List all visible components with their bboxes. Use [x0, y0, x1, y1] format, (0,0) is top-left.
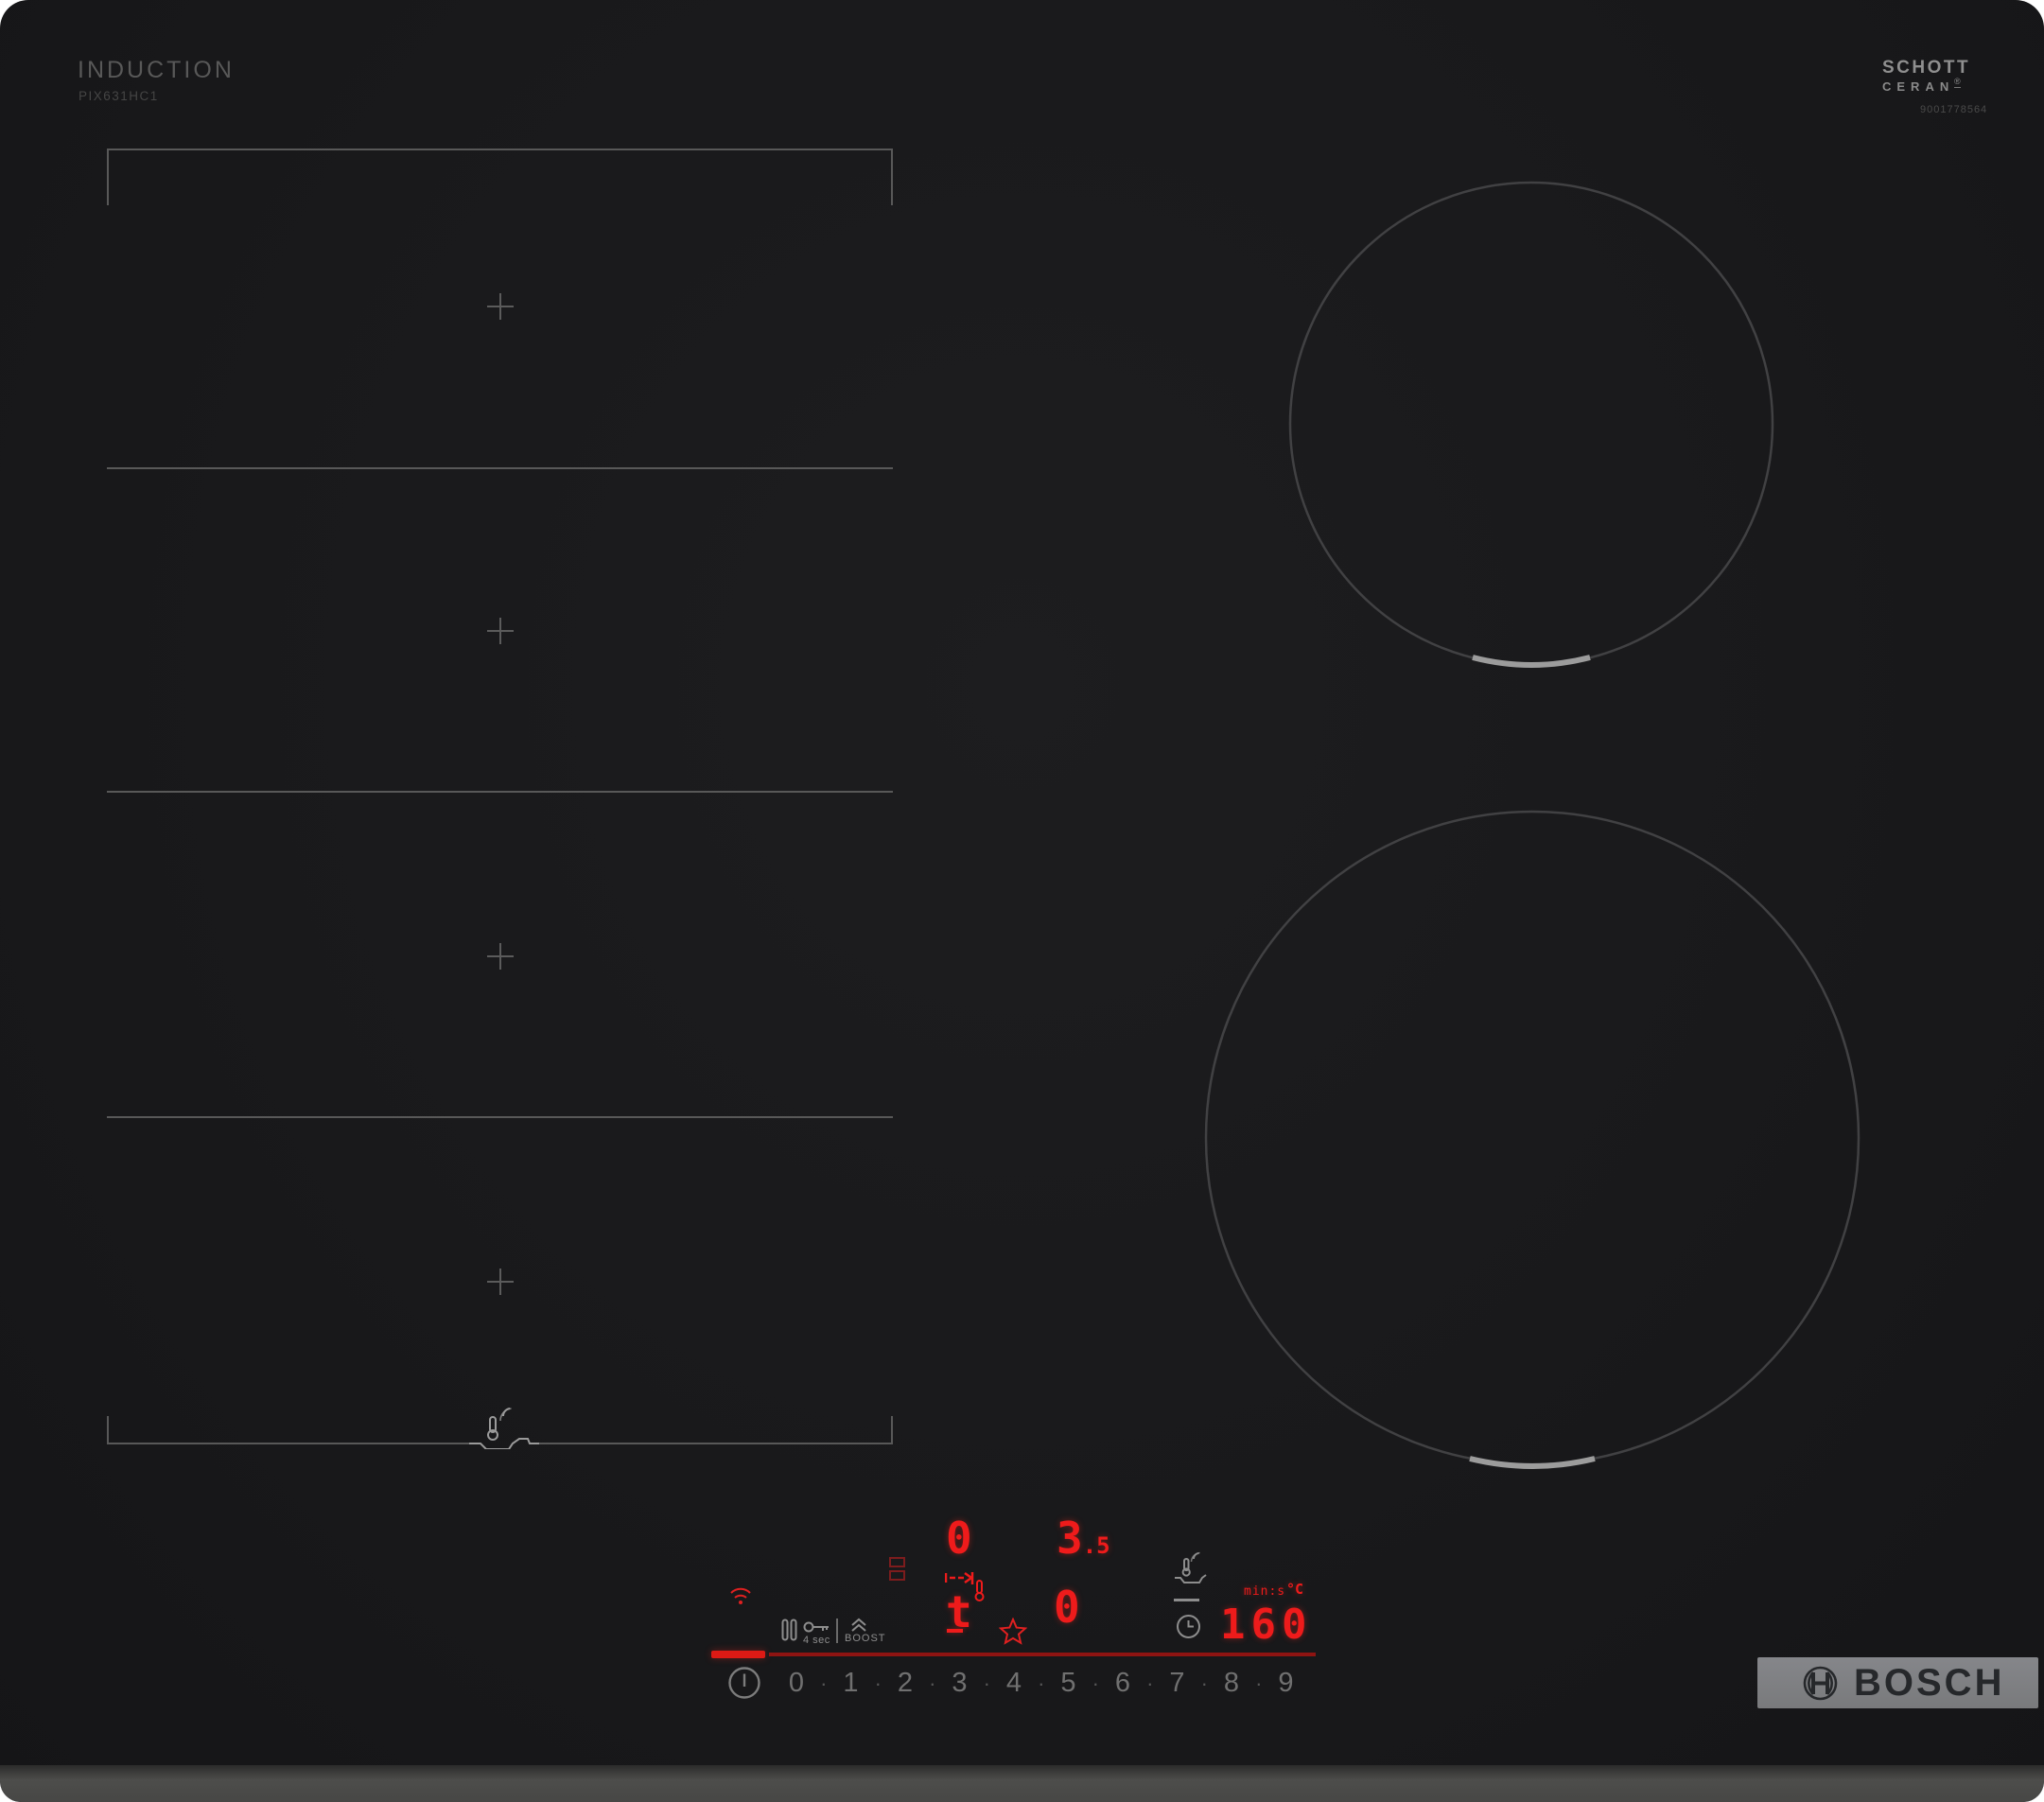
bosch-logo-plate: BOSCH — [1757, 1657, 2038, 1708]
favorite-star-icon[interactable] — [999, 1618, 1027, 1645]
power-level-1[interactable]: 1 — [837, 1668, 865, 1699]
power-level-separator-dot: · — [865, 1671, 892, 1696]
control-divider — [836, 1618, 838, 1643]
power-button-icon[interactable] — [727, 1666, 761, 1700]
flex-zone-bottom-left-tick — [107, 1416, 109, 1444]
key-lock-icon[interactable] — [803, 1619, 831, 1635]
power-level-3[interactable]: 3 — [946, 1668, 974, 1699]
lock-hold-label: 4 sec — [803, 1635, 830, 1646]
zone-type-label: INDUCTION — [78, 57, 235, 84]
flex-zone-bottom-line — [107, 1443, 476, 1444]
power-level-separator-dot: · — [1028, 1671, 1055, 1696]
boost-chevrons-icon[interactable] — [849, 1618, 868, 1633]
timer-value-display: 160 — [1220, 1604, 1312, 1646]
bosch-logo-text: BOSCH — [1854, 1662, 2004, 1705]
power-level-6[interactable]: 6 — [1109, 1668, 1137, 1699]
power-level-separator-dot: · — [974, 1671, 1001, 1696]
timer-clock-icon[interactable] — [1176, 1614, 1201, 1639]
pan-position-plus-icon — [487, 1268, 514, 1295]
bosch-armature-icon — [1803, 1666, 1838, 1701]
flex-zone-power-display: 0 — [946, 1516, 972, 1560]
frying-sensor-mode-display: t — [946, 1590, 972, 1634]
pause-key-icon[interactable] — [781, 1618, 797, 1641]
display-underscore-segment — [947, 1629, 963, 1633]
power-slider-active-segment[interactable] — [711, 1651, 765, 1658]
home-connect-wifi-icon[interactable] — [728, 1585, 753, 1606]
power-level-separator-dot: · — [1083, 1671, 1109, 1696]
power-level-separator-dot: · — [811, 1671, 837, 1696]
power-level-8[interactable]: 8 — [1217, 1668, 1246, 1699]
flex-zone-top-right-tick — [891, 149, 893, 205]
center-zone-power-display: 0 — [1054, 1585, 1080, 1629]
front-right-cooking-zone — [1201, 807, 1863, 1469]
flex-zone-separator-line — [107, 1116, 893, 1118]
right-zone-power-frac: .5 — [1083, 1532, 1110, 1559]
boost-key-label[interactable]: BOOST — [845, 1633, 886, 1644]
rear-right-cooking-zone — [1277, 169, 1788, 680]
timer-time-unit-label: min:s — [1244, 1585, 1285, 1598]
flex-zone-separator-line — [107, 467, 893, 469]
flex-zone-separator-line — [107, 791, 893, 793]
registered-mark: ® — [1954, 77, 1961, 88]
power-level-7[interactable]: 7 — [1163, 1668, 1192, 1699]
power-level-row: 0·1·2·3·4·5·6·7·8·9 — [782, 1668, 1301, 1699]
flex-bridge-indicator-icon — [888, 1556, 907, 1583]
model-number-label: PIX631HC1 — [79, 89, 159, 103]
frying-sensor-glass-icon — [469, 1404, 539, 1449]
power-level-separator-dot: · — [919, 1671, 946, 1696]
power-level-separator-dot: · — [1137, 1671, 1163, 1696]
power-level-2[interactable]: 2 — [891, 1668, 919, 1699]
induction-hob-glass: INDUCTION PIX631HC1 SCHOTT CERAN ® 90017… — [0, 0, 2044, 1802]
timer-temp-unit-label: °C — [1286, 1583, 1303, 1597]
power-level-separator-dot: · — [1246, 1671, 1272, 1696]
frying-sensor-key-icon[interactable] — [1173, 1551, 1207, 1583]
power-level-9[interactable]: 9 — [1272, 1668, 1301, 1699]
hob-front-edge — [0, 1765, 2044, 1802]
power-level-separator-dot: · — [1192, 1671, 1218, 1696]
pan-position-plus-icon — [487, 618, 514, 644]
right-zone-power-display: 3.5 — [1057, 1516, 1110, 1560]
schott-ceran-logo: SCHOTT CERAN ® — [1882, 59, 1970, 93]
flex-zone-top-line — [107, 149, 893, 150]
right-zone-power-int: 3 — [1057, 1513, 1083, 1564]
flex-zone-bottom-line — [533, 1443, 893, 1444]
hob-photo: INDUCTION PIX631HC1 SCHOTT CERAN ® 90017… — [0, 0, 2044, 1802]
sensor-underline — [1174, 1599, 1199, 1601]
power-level-5[interactable]: 5 — [1055, 1668, 1083, 1699]
serial-number-label: 9001778564 — [1920, 104, 1987, 115]
power-slider-track[interactable] — [769, 1653, 1316, 1656]
schott-brand-text: SCHOTT — [1882, 59, 1970, 77]
power-level-0[interactable]: 0 — [782, 1668, 811, 1699]
pan-position-plus-icon — [487, 293, 514, 320]
pan-position-plus-icon — [487, 943, 514, 970]
power-level-4[interactable]: 4 — [1000, 1668, 1028, 1699]
flex-zone-bottom-right-tick — [891, 1416, 893, 1444]
flex-zone-top-left-tick — [107, 149, 109, 205]
